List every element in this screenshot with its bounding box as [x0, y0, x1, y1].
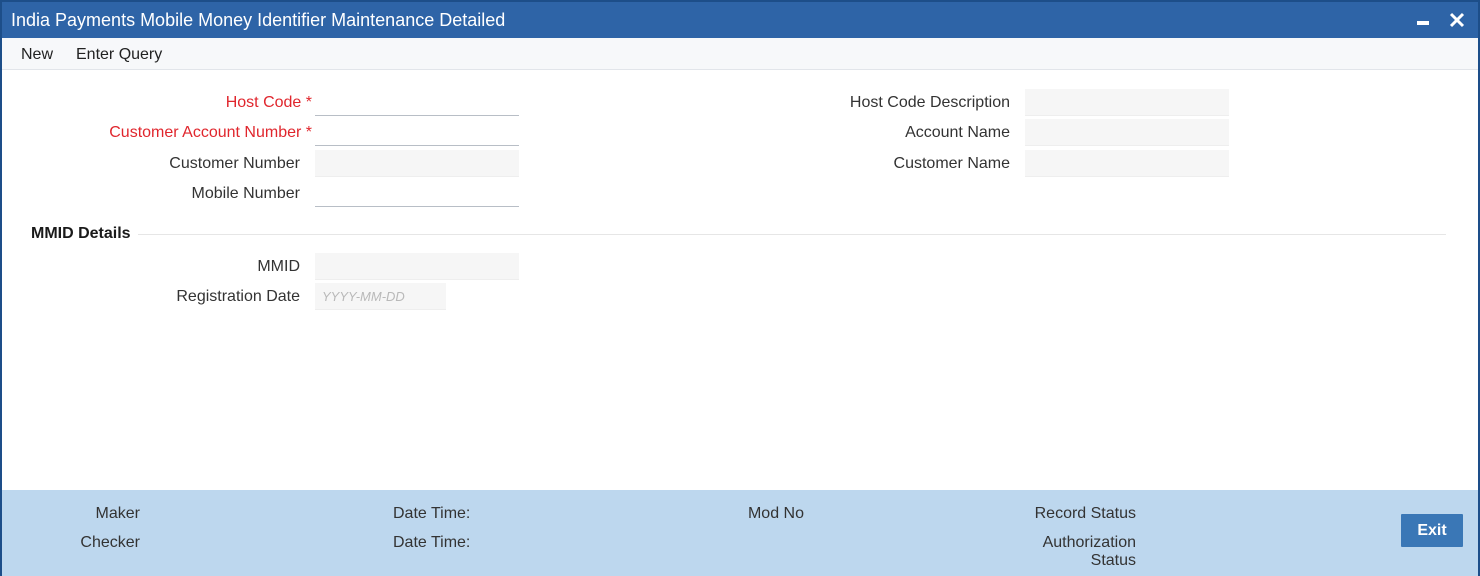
main-window: India Payments Mobile Money Identifier M…	[0, 0, 1480, 576]
customer-number-label: Customer Number	[169, 155, 300, 172]
host-code-required-mark: *	[305, 94, 312, 111]
host-code-label: Host Code *	[226, 94, 312, 112]
host-code-input[interactable]	[315, 89, 519, 116]
window-title: India Payments Mobile Money Identifier M…	[11, 10, 506, 30]
record-status-label: Record Status	[1034, 505, 1136, 522]
authorization-status-label-line2: Status	[1090, 552, 1136, 569]
host-code-description-label: Host Code Description	[849, 94, 1010, 111]
close-icon[interactable]	[1444, 6, 1470, 34]
account-name-label: Account Name	[905, 124, 1010, 141]
maker-label: Maker	[95, 505, 140, 522]
authorization-status-label-line1: Authorization	[1042, 534, 1136, 551]
maker-date-time-label: Date Time:	[393, 505, 471, 522]
customer-name-field	[1025, 150, 1229, 177]
title-bar: India Payments Mobile Money Identifier M…	[2, 2, 1478, 38]
customer-account-number-label-text: Customer Account Number	[109, 124, 302, 141]
menu-bar: New Enter Query	[2, 38, 1478, 70]
customer-account-number-input[interactable]	[315, 119, 519, 146]
exit-button[interactable]: Exit	[1401, 514, 1463, 547]
customer-number-field	[315, 150, 519, 177]
mmid-field	[315, 253, 519, 280]
customer-name-label: Customer Name	[893, 155, 1010, 172]
registration-date-label: Registration Date	[176, 288, 300, 305]
minimize-icon[interactable]	[1413, 8, 1435, 32]
mobile-number-label: Mobile Number	[191, 185, 300, 202]
audit-footer: Maker Checker Date Time: Date Time: Mod …	[2, 490, 1478, 576]
host-code-label-text: Host Code	[225, 94, 302, 111]
menu-new[interactable]: New	[21, 46, 53, 64]
customer-account-number-required-mark: *	[305, 124, 312, 141]
section-divider	[138, 234, 1446, 235]
customer-account-number-label: Customer Account Number *	[109, 124, 312, 142]
registration-date-field	[315, 283, 446, 310]
account-name-field	[1025, 119, 1229, 146]
menu-enter-query[interactable]: Enter Query	[76, 46, 162, 64]
mmid-label: MMID	[257, 258, 300, 275]
mmid-details-title: MMID Details	[31, 225, 131, 242]
host-code-description-field	[1025, 89, 1229, 116]
checker-label: Checker	[80, 534, 140, 551]
checker-date-time-label: Date Time:	[393, 534, 471, 551]
mod-no-label: Mod No	[747, 505, 804, 522]
mobile-number-input[interactable]	[315, 180, 519, 207]
